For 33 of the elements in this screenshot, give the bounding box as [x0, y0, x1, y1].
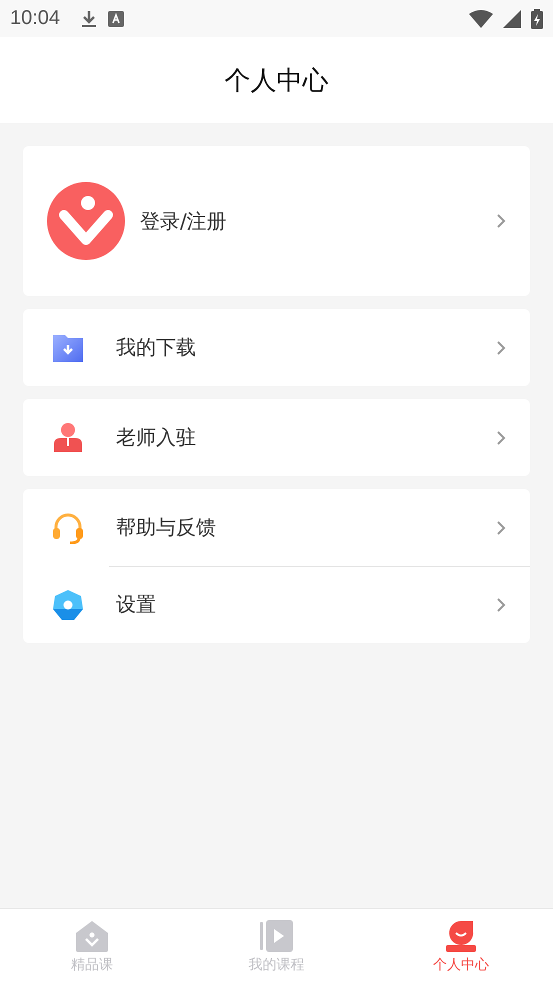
menu-label: 帮助与反馈: [116, 514, 217, 541]
video-icon: [259, 920, 294, 952]
menu-label: 设置: [116, 591, 157, 618]
download-icon: [80, 8, 98, 28]
profile-icon: [444, 920, 478, 952]
chevron-icon: [496, 340, 506, 356]
chevron-icon: [496, 520, 506, 536]
keyboard-icon: [108, 10, 124, 26]
menu-item[interactable]: 我的下载: [23, 309, 530, 386]
page-title: 个人中心: [224, 64, 328, 98]
menu-item[interactable]: 设置: [23, 566, 530, 643]
login-label: 登录/注册: [140, 208, 228, 234]
tab-label: 个人中心: [432, 956, 489, 974]
menu-item[interactable]: 帮助与反馈: [23, 489, 530, 566]
person-icon: [52, 422, 84, 454]
signal-icon: [503, 10, 521, 28]
tab-label: 精品课: [71, 956, 114, 974]
battery-icon: [531, 8, 543, 28]
wifi-icon: [469, 10, 493, 28]
tab-label: 我的课程: [248, 956, 304, 974]
status-time: 10:04: [10, 7, 60, 30]
menu-label: 老师入驻: [116, 424, 197, 451]
menu-label: 我的下载: [116, 334, 197, 361]
settings-icon: [52, 588, 84, 620]
tab-item[interactable]: 个人中心: [368, 909, 553, 984]
login-card[interactable]: 登录/注册: [23, 146, 530, 296]
menu-item[interactable]: 老师入驻: [23, 399, 530, 476]
chevron-icon: [496, 213, 506, 229]
headset-icon: [52, 512, 84, 544]
logo-icon: [47, 182, 125, 260]
chevron-icon: [496, 596, 506, 612]
chevron-icon: [496, 430, 506, 446]
home-icon: [75, 920, 110, 952]
